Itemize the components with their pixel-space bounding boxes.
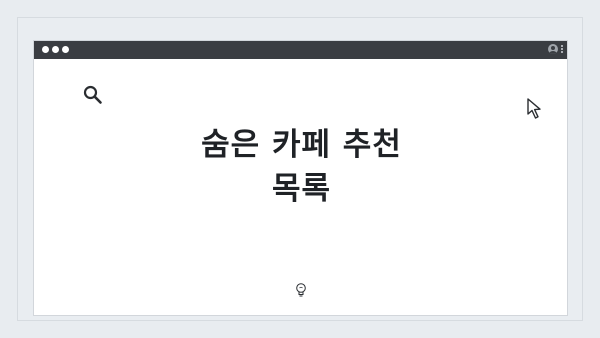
- page-title-line-1: 숨은 카페 추천: [201, 127, 402, 163]
- window-titlebar: [34, 41, 567, 59]
- search-icon: [83, 85, 102, 104]
- window-controls: [42, 46, 69, 53]
- maximize-window-button[interactable]: [62, 46, 69, 53]
- browser-window: 숨은 카페 추천 목록: [33, 40, 568, 316]
- page-title-line-2: 목록: [271, 171, 332, 207]
- titlebar-actions: [548, 44, 563, 54]
- lightbulb-icon: [296, 283, 306, 297]
- page-title: 숨은 카페 추천 목록: [34, 123, 569, 211]
- user-icon[interactable]: [548, 44, 558, 54]
- close-window-button[interactable]: [42, 46, 49, 53]
- cursor-icon: [527, 98, 541, 119]
- kebab-menu-icon[interactable]: [561, 45, 563, 53]
- minimize-window-button[interactable]: [52, 46, 59, 53]
